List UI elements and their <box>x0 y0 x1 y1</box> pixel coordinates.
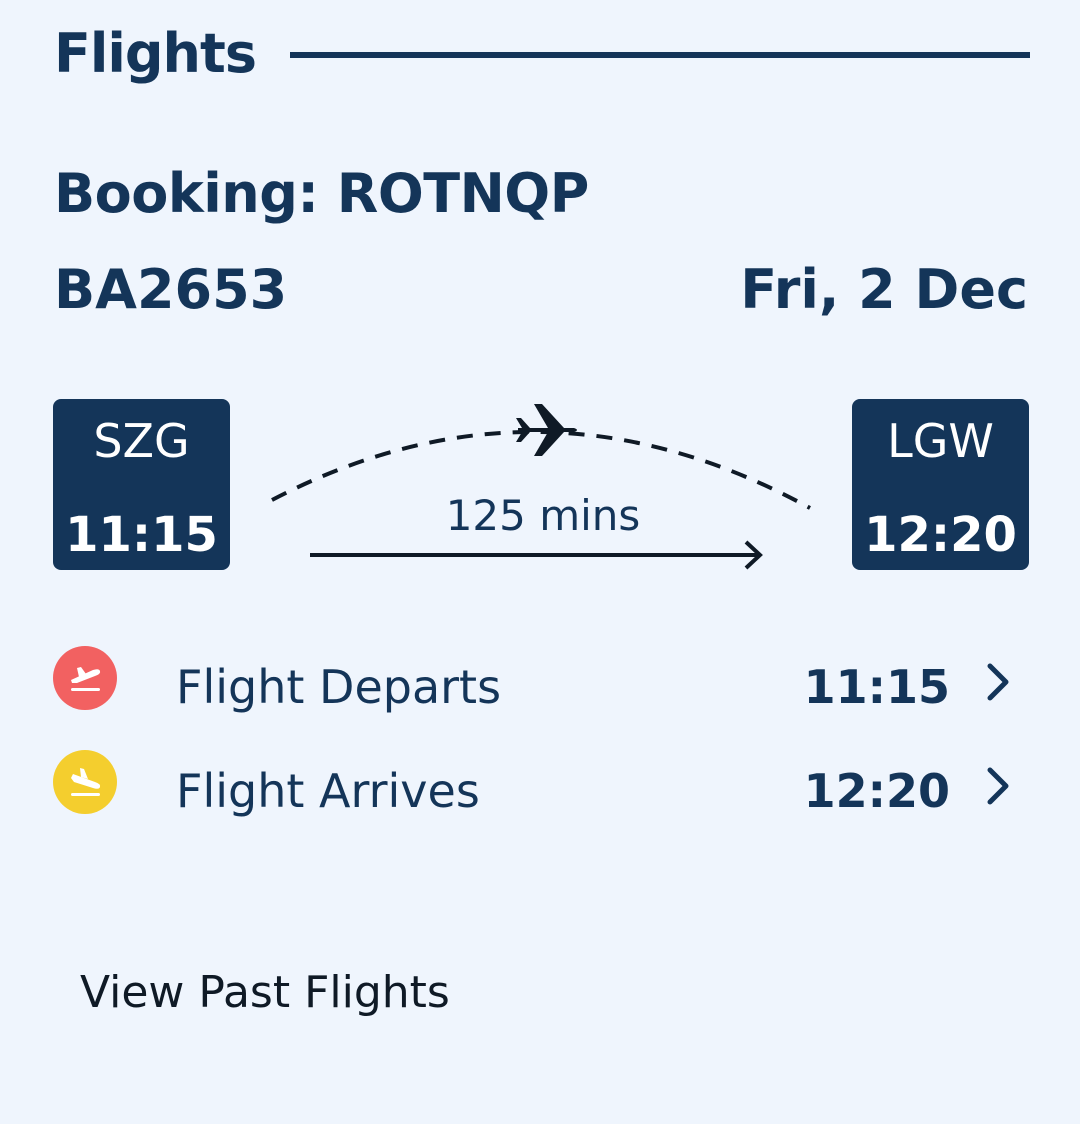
flight-departs-time: 11:15 <box>803 660 950 714</box>
chevron-right-icon[interactable] <box>984 660 1014 704</box>
origin-airport-code: SZG <box>93 414 190 468</box>
airplane-icon <box>516 404 577 456</box>
destination-airport-code: LGW <box>887 414 994 468</box>
destination-arrival-time: 12:20 <box>864 507 1017 563</box>
flight-number: BA2653 <box>54 258 288 321</box>
flight-arrives-time: 12:20 <box>803 764 950 818</box>
flight-departs-row[interactable]: Flight Departs 11:15 <box>0 646 1080 726</box>
plane-takeoff-icon <box>53 646 117 710</box>
chevron-right-icon[interactable] <box>984 764 1014 808</box>
destination-airport-card: LGW 12:20 <box>852 399 1029 570</box>
plane-landing-icon <box>53 750 117 814</box>
flight-route-graphic <box>271 404 811 570</box>
title-divider <box>290 52 1030 58</box>
booking-reference: Booking: ROTNQP <box>54 162 589 225</box>
flight-duration: 125 mins <box>445 491 641 540</box>
flight-date: Fri, 2 Dec <box>740 258 1028 321</box>
origin-airport-card: SZG 11:15 <box>53 399 230 570</box>
origin-departure-time: 11:15 <box>65 507 218 563</box>
section-title: Flights <box>54 22 257 85</box>
flight-arrives-row[interactable]: Flight Arrives 12:20 <box>0 750 1080 830</box>
view-past-flights-link[interactable]: View Past Flights <box>80 960 450 1026</box>
flight-arrives-label: Flight Arrives <box>176 764 480 818</box>
flight-departs-label: Flight Departs <box>176 660 502 714</box>
